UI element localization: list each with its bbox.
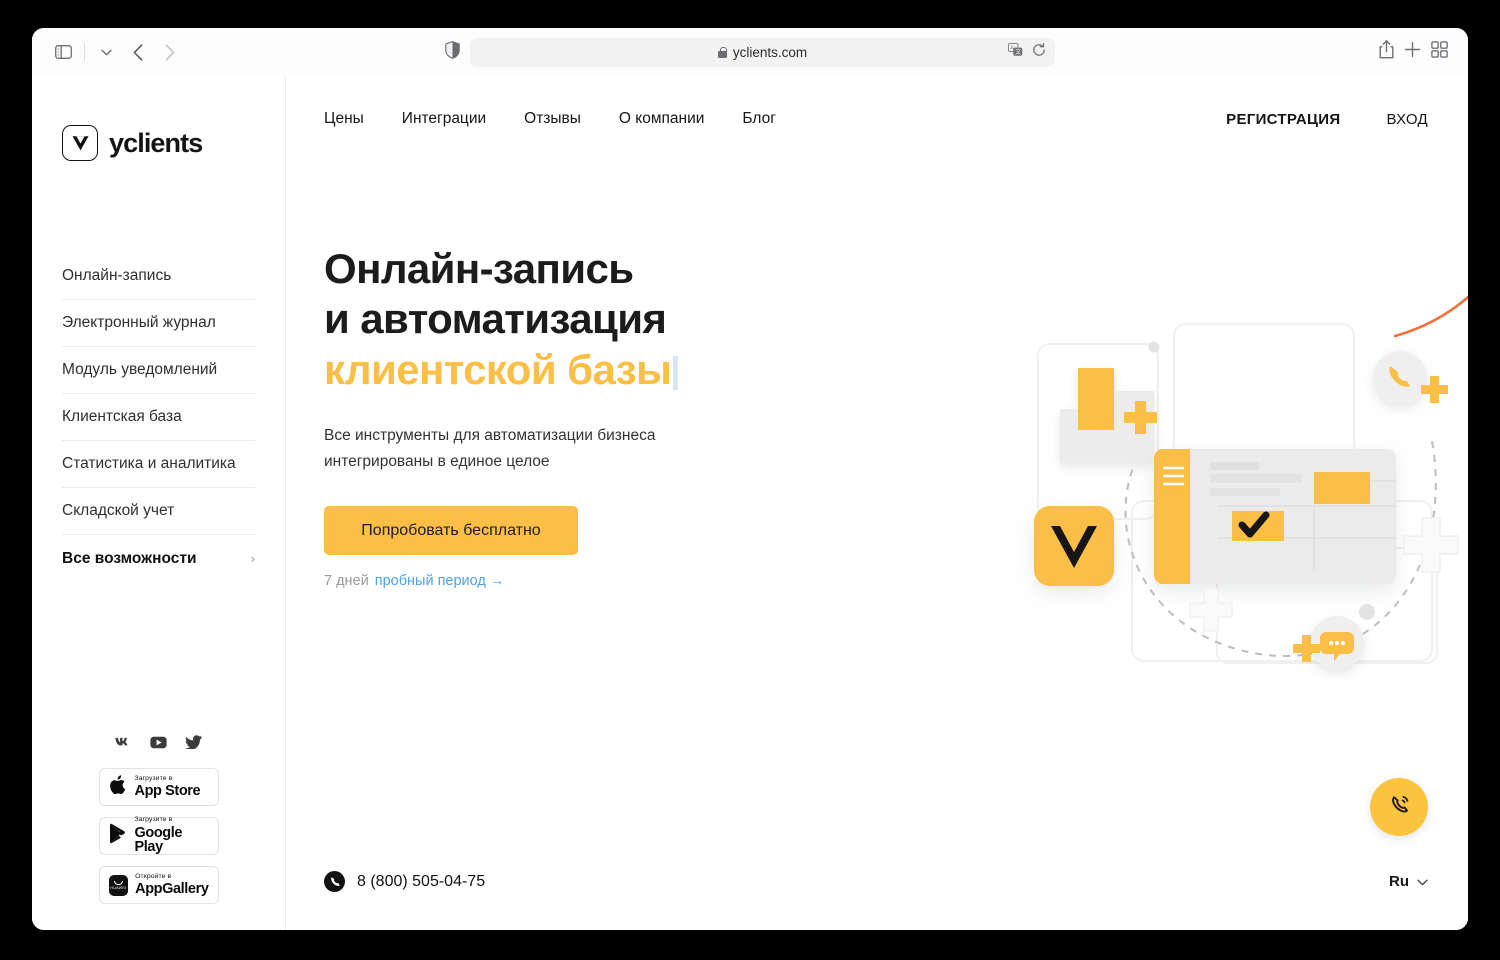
sidebar-item-client-base[interactable]: Клиентская база: [62, 394, 255, 441]
chevron-down-icon: [1417, 875, 1428, 889]
sidebar-item-label: Модуль уведомлений: [62, 361, 218, 378]
nav-link-prices[interactable]: Цены: [324, 110, 364, 128]
google-play-icon: [109, 823, 128, 849]
forward-arrow-icon[interactable]: [155, 38, 185, 66]
address-bar-content: yclients.com: [470, 45, 1055, 60]
site-sidebar: yclients Онлайн-запись Электронный журна…: [32, 76, 286, 930]
address-bar[interactable]: yclients.com A 文: [470, 37, 1055, 67]
sidebar-nav-list: Онлайн-запись Электронный журнал Модуль …: [62, 253, 255, 582]
app-store-badge-top: Загрузите в: [134, 774, 173, 782]
trial-period-link[interactable]: пробный период →: [375, 573, 505, 589]
svg-text:文: 文: [1015, 48, 1021, 56]
chevron-right-icon: ›: [250, 551, 255, 566]
google-play-badge-text: Загрузите в Google Play: [134, 816, 209, 856]
yclients-logo-icon: [62, 125, 98, 161]
lock-icon: [717, 46, 727, 58]
headline-line-2: и автоматизация: [324, 295, 667, 343]
address-bar-url: yclients.com: [732, 44, 808, 60]
app-store-badges: Загрузите в App Store Загрузите в Google…: [62, 768, 255, 904]
top-navigation: Цены Интеграции Отзывы О компании Блог Р…: [324, 76, 1428, 128]
sidebar-item-warehouse[interactable]: Складской учет: [62, 488, 255, 535]
sidebar-item-label: Складской учет: [62, 502, 175, 519]
phone-icon: [324, 871, 345, 892]
plus-icon[interactable]: [1404, 41, 1421, 63]
google-play-badge-top: Загрузите в: [134, 816, 173, 824]
site-logo-text: yclients: [109, 127, 203, 158]
subtitle-line-2: интегрированы в единое целое: [324, 452, 550, 470]
huawei-icon: HUAWEI: [108, 874, 129, 896]
social-links: [62, 735, 255, 749]
translate-icon[interactable]: A 文: [1008, 42, 1023, 62]
sidebar-item-notifications[interactable]: Модуль уведомлений: [62, 347, 255, 394]
chevron-down-icon[interactable]: [91, 38, 121, 66]
toolbar-right-group: [1379, 40, 1468, 64]
huawei-wordmark: HUAWEI: [110, 885, 127, 890]
main-content: Цены Интеграции Отзывы О компании Блог Р…: [286, 76, 1468, 930]
sidebar-item-label: Статистика и аналитика: [62, 455, 236, 472]
headline-line-1: Онлайн-запись: [324, 245, 634, 292]
browser-window: yclients.com A 文 yclients Онлайн-запись …: [32, 28, 1468, 930]
page-content: yclients Онлайн-запись Электронный журна…: [32, 76, 1468, 930]
site-logo[interactable]: yclients: [62, 125, 255, 161]
twitter-icon[interactable]: [185, 735, 202, 749]
app-gallery-badge[interactable]: HUAWEI Откройте в AppGallery: [98, 866, 219, 904]
sidebar-item-statistics[interactable]: Статистика и аналитика: [62, 441, 255, 488]
text-cursor: [673, 355, 679, 390]
app-gallery-badge-text: Откройте в AppGallery: [135, 872, 209, 897]
hero-illustration: [1004, 316, 1468, 701]
apple-icon: [109, 774, 128, 801]
call-request-button[interactable]: [1370, 778, 1428, 836]
nav-link-reviews[interactable]: Отзывы: [524, 110, 581, 128]
toolbar-left-group: [32, 38, 185, 66]
share-icon[interactable]: [1379, 40, 1394, 64]
sidebar-item-label: Электронный журнал: [62, 314, 216, 331]
nav-link-blog[interactable]: Блог: [742, 110, 776, 128]
app-store-badge-main: App Store: [134, 782, 201, 799]
back-arrow-icon[interactable]: [123, 38, 153, 66]
sidebar-item-online-booking[interactable]: Онлайн-запись: [62, 253, 255, 300]
sidebar-item-label: Онлайн-запись: [62, 267, 172, 284]
reload-icon[interactable]: [1032, 42, 1046, 62]
sidebar-item-e-journal[interactable]: Электронный журнал: [62, 300, 255, 347]
contact-phone[interactable]: 8 (800) 505-04-75: [324, 871, 485, 892]
language-selector[interactable]: Ru: [1389, 873, 1428, 890]
phone-call-icon: [1387, 792, 1412, 822]
auth-links: РЕГИСТРАЦИЯ ВХОД: [1226, 111, 1428, 128]
tab-overview-icon[interactable]: [1431, 41, 1448, 63]
google-play-badge-main: Google Play: [134, 824, 183, 856]
register-link[interactable]: РЕГИСТРАЦИЯ: [1226, 111, 1340, 128]
huawei-arc: [113, 880, 123, 885]
page-footer: 8 (800) 505-04-75 Ru: [324, 871, 1428, 892]
language-label: Ru: [1389, 873, 1409, 890]
browser-toolbar: yclients.com A 文: [32, 28, 1468, 76]
app-gallery-badge-main: AppGallery: [135, 880, 209, 897]
nav-link-integrations[interactable]: Интеграции: [402, 110, 486, 128]
sidebar-footer: Загрузите в App Store Загрузите в Google…: [62, 735, 255, 930]
google-play-badge[interactable]: Загрузите в Google Play: [98, 816, 219, 856]
nav-link-about[interactable]: О компании: [619, 110, 705, 128]
subtitle-line-1: Все инструменты для автоматизации бизнес…: [324, 427, 656, 445]
youtube-icon[interactable]: [150, 735, 167, 749]
app-store-badge[interactable]: Загрузите в App Store: [98, 768, 219, 806]
toolbar-divider: [84, 43, 85, 61]
sidebar-toggle-icon[interactable]: [48, 38, 78, 66]
trial-days-label: 7 дней: [324, 573, 369, 590]
sidebar-item-label: Клиентская база: [62, 408, 182, 425]
app-gallery-badge-top: Откройте в: [135, 872, 172, 880]
try-free-button[interactable]: Попробовать бесплатно: [324, 506, 578, 556]
toolbar-center-group: yclients.com A 文: [32, 37, 1468, 67]
headline-line-3: клиентской базы: [324, 345, 672, 393]
contact-phone-number: 8 (800) 505-04-75: [357, 872, 486, 890]
sidebar-item-all-features[interactable]: Все возможности ›: [62, 535, 255, 582]
privacy-shield-icon[interactable]: [445, 40, 460, 64]
sidebar-item-label: Все возможности: [62, 549, 197, 567]
app-store-badge-text: Загрузите в App Store: [134, 774, 201, 799]
vk-icon[interactable]: [115, 735, 132, 749]
login-link[interactable]: ВХОД: [1386, 111, 1428, 128]
address-bar-actions: A 文: [1008, 38, 1046, 67]
